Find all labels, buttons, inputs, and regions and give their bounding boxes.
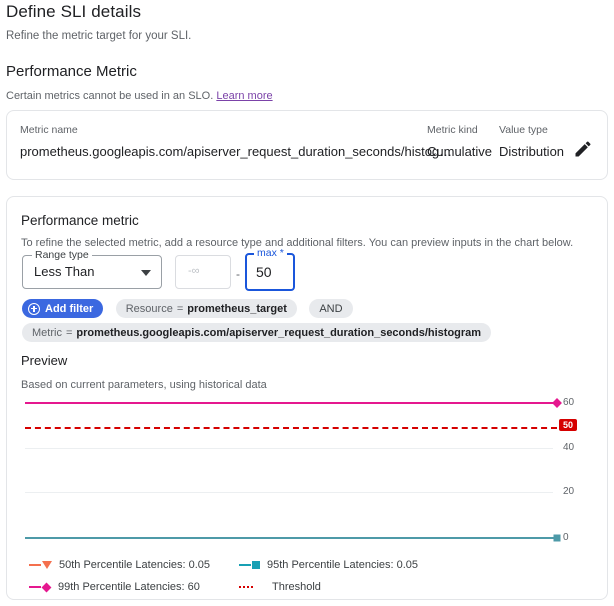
filter-chip-resource[interactable]: Resource = prometheus_target — [116, 299, 297, 318]
diamond-marker-icon — [42, 582, 52, 592]
legend-label: 99th Percentile Latencies: 60 — [58, 581, 200, 593]
series-endpoint-label-0: 0 — [563, 532, 569, 543]
range-type-value: Less Than — [34, 264, 94, 279]
metric-name-label: Metric name — [20, 124, 78, 136]
gridline-20 — [25, 492, 553, 493]
performance-metric-card: Performance metric To refine the selecte… — [6, 196, 608, 600]
min-input: -∞ — [175, 255, 231, 289]
performance-metric-section-title: Performance Metric — [6, 63, 137, 80]
legend-item-p50[interactable]: 50th Percentile Latencies: 0.05 — [29, 559, 210, 571]
metric-summary-card: Metric name prometheus.googleapis.com/ap… — [6, 110, 608, 180]
learn-more-link[interactable]: Learn more — [216, 90, 272, 102]
preview-chart: 60 50 40 20 0 UTC-4 7:50 PM 8:00 PM 8:10… — [7, 393, 609, 548]
series-line-p99 — [25, 402, 557, 404]
perf-metric-title: Performance metric — [21, 213, 139, 228]
legend-label: Threshold — [272, 581, 321, 593]
gridline-40 — [25, 448, 553, 449]
legend-line-icon — [239, 564, 251, 566]
chevron-down-icon — [141, 270, 151, 276]
filter-chip-key: AND — [319, 303, 342, 315]
legend-item-p99[interactable]: 99th Percentile Latencies: 60 — [29, 581, 200, 593]
range-separator: - — [236, 267, 240, 281]
filter-chip-value: prometheus_target — [187, 303, 287, 315]
range-type-select[interactable]: Range type Less Than — [22, 255, 162, 289]
triangle-marker-icon — [42, 561, 52, 569]
series-line-p95 — [25, 537, 557, 539]
legend-line-icon — [29, 564, 41, 566]
legend-label: 95th Percentile Latencies: 0.05 — [267, 559, 418, 571]
page-subtitle: Refine the metric target for your SLI. — [6, 30, 191, 42]
filter-chip-operator: = — [66, 327, 72, 339]
min-placeholder: -∞ — [188, 265, 200, 277]
chart-legend: 50th Percentile Latencies: 0.05 95th Per… — [7, 559, 609, 601]
dashed-line-icon — [239, 586, 253, 588]
value-type-label: Value type — [499, 124, 548, 136]
note-text: Certain metrics cannot be used in an SLO… — [6, 90, 213, 102]
max-input-label: max * — [254, 247, 287, 259]
filter-chip-row-2: Metric = prometheus.googleapis.com/apise… — [22, 323, 499, 342]
ytick-40: 40 — [563, 442, 574, 453]
range-type-label: Range type — [32, 249, 92, 261]
define-sli-details-page: Define SLI details Refine the metric tar… — [0, 0, 614, 606]
filter-chip-and[interactable]: AND — [309, 299, 352, 318]
legend-item-p95[interactable]: 95th Percentile Latencies: 0.05 — [239, 559, 418, 571]
preview-title: Preview — [21, 353, 67, 368]
ytick-20: 20 — [563, 486, 574, 497]
filter-chip-operator: = — [177, 303, 183, 315]
square-marker-icon — [252, 561, 260, 569]
legend-item-threshold[interactable]: Threshold — [239, 581, 321, 593]
max-input[interactable]: max * 50 — [245, 253, 295, 291]
series-endpoint-label-60: 60 — [563, 397, 574, 408]
threshold-line — [25, 427, 557, 429]
legend-line-icon — [29, 586, 41, 588]
add-filter-button[interactable]: Add filter — [22, 299, 103, 318]
max-input-value: 50 — [256, 264, 272, 280]
preview-description: Based on current parameters, using histo… — [21, 379, 267, 391]
filter-chip-metric[interactable]: Metric = prometheus.googleapis.com/apise… — [22, 323, 491, 342]
filter-chip-value: prometheus.googleapis.com/apiserver_requ… — [76, 327, 481, 339]
filter-chip-row-1: Add filter Resource = prometheus_target … — [22, 299, 361, 318]
plus-circle-icon — [28, 303, 40, 315]
metric-kind-label: Metric kind — [427, 124, 478, 136]
metric-kind-value: Cumulative — [427, 144, 492, 159]
value-type-value: Distribution — [499, 144, 564, 159]
add-filter-label: Add filter — [45, 303, 93, 315]
perf-metric-description: To refine the selected metric, add a res… — [21, 237, 573, 249]
series-marker-p99 — [552, 398, 562, 408]
filter-chip-key: Resource — [126, 303, 173, 315]
series-marker-p95 — [554, 535, 561, 542]
metric-name-value: prometheus.googleapis.com/apiserver_requ… — [20, 144, 452, 159]
metric-restriction-note: Certain metrics cannot be used in an SLO… — [6, 90, 273, 102]
pencil-icon[interactable] — [573, 139, 593, 164]
page-title: Define SLI details — [6, 2, 141, 22]
threshold-badge: 50 — [559, 419, 577, 431]
filter-chip-key: Metric — [32, 327, 62, 339]
legend-label: 50th Percentile Latencies: 0.05 — [59, 559, 210, 571]
